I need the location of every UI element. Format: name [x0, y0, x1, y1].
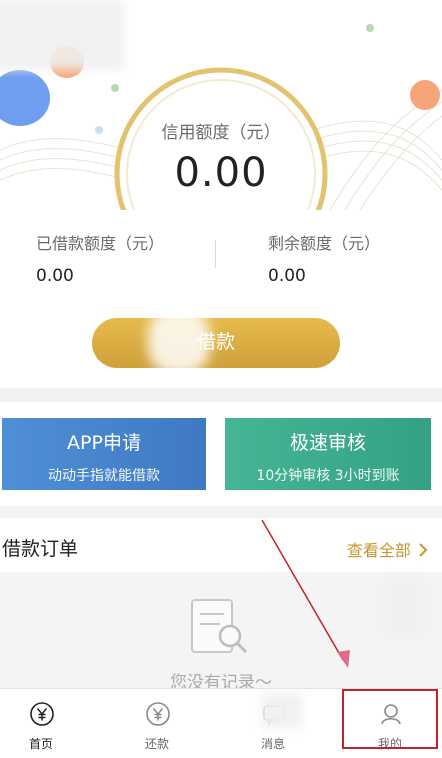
annotation-highlight-box	[342, 689, 438, 749]
borrowed-stat: 已借款额度（元） 0.00	[36, 230, 164, 286]
credit-label: 信用额度（元）	[161, 123, 281, 143]
chevron-right-icon	[419, 543, 428, 557]
tab-repay[interactable]: 还款	[102, 689, 212, 758]
feature-banners: APP申请 动动手指就能借款 极速审核 10分钟审核 3小时到账	[0, 402, 442, 506]
yen-icon	[146, 702, 170, 726]
empty-document-icon	[191, 599, 248, 654]
blur-patch	[262, 693, 302, 729]
loan-orders-section: 借款订单 查看全部 您没有记录～	[0, 518, 442, 693]
tab-home[interactable]: 首页	[0, 689, 96, 758]
remaining-label: 剩余额度（元）	[268, 234, 381, 253]
credit-stats: 已借款额度（元） 0.00 剩余额度（元） 0.00 借款	[0, 210, 442, 388]
app-apply-banner[interactable]: APP申请 动动手指就能借款	[2, 418, 206, 490]
tab-label: 还款	[144, 737, 169, 751]
view-all-link[interactable]: 查看全部	[347, 537, 428, 561]
yen-icon	[30, 702, 54, 726]
blur-patch	[384, 578, 424, 638]
borrowed-value: 0.00	[36, 266, 74, 286]
banner-title: 极速审核	[289, 432, 366, 454]
borrowed-label: 已借款额度（元）	[36, 234, 165, 253]
decor-circle	[366, 24, 374, 32]
tab-label: 首页	[28, 737, 53, 751]
orders-title: 借款订单	[2, 538, 79, 560]
remaining-stat: 剩余额度（元） 0.00	[268, 230, 380, 286]
view-all-label: 查看全部	[346, 541, 411, 560]
banner-subtitle: 动动手指就能借款	[48, 468, 160, 484]
banner-title: APP申请	[67, 432, 141, 454]
fast-review-banner[interactable]: 极速审核 10分钟审核 3小时到账	[225, 418, 431, 490]
remaining-value: 0.00	[268, 266, 306, 286]
blur-patch	[148, 308, 210, 374]
empty-state: 您没有记录～	[0, 572, 442, 693]
stats-divider	[215, 240, 216, 268]
borrow-button[interactable]: 借款	[92, 318, 340, 368]
decor-circle	[410, 80, 440, 110]
blur-patch	[0, 0, 124, 70]
banner-subtitle: 10分钟审核 3小时到账	[256, 468, 400, 484]
tab-label: 消息	[260, 737, 285, 751]
credit-amount: 0.00	[174, 150, 268, 196]
